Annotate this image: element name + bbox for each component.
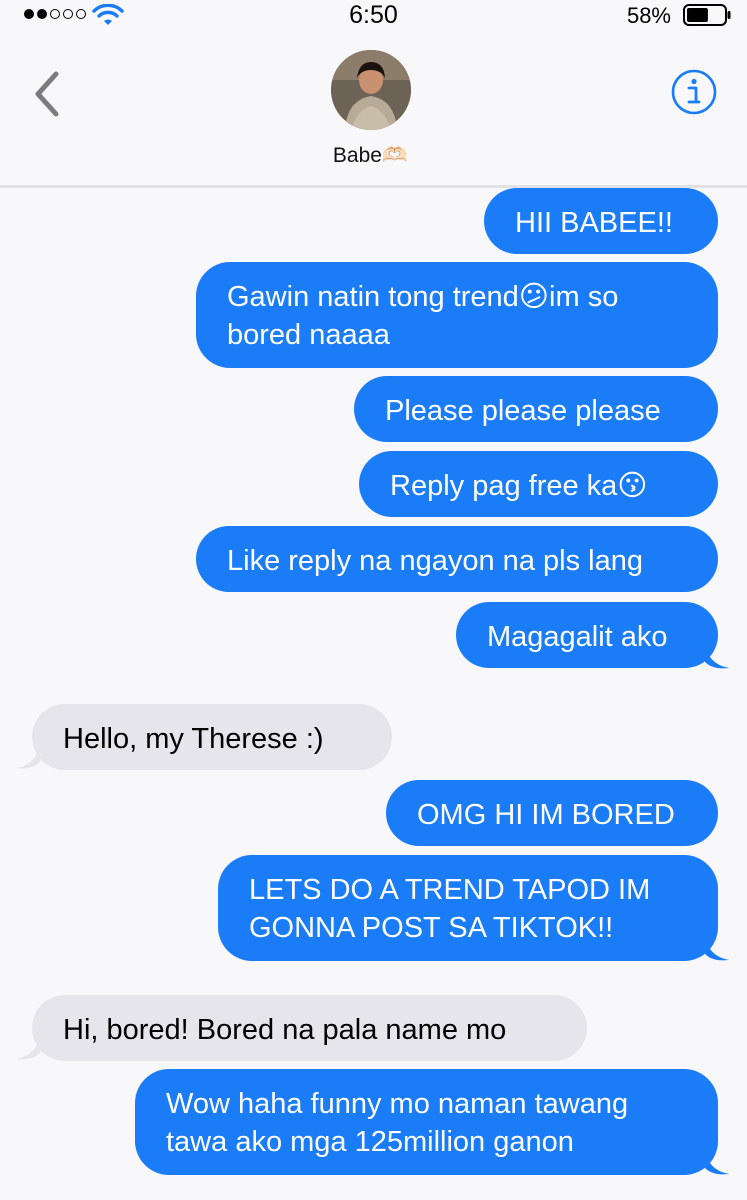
message-bubble-outgoing[interactable]: Gawin natin tong trend😕im so bored naaaa <box>196 262 718 368</box>
avatar[interactable] <box>331 50 411 130</box>
bubble-tail <box>705 1148 729 1175</box>
message-bubble-incoming[interactable]: Hi, bored! Bored na pala name mo <box>32 995 587 1061</box>
bubble-tail <box>16 742 40 769</box>
message-text: Hello, my Therese :) <box>63 723 324 755</box>
chevron-left-icon[interactable] <box>32 70 62 118</box>
bubble-tail <box>705 642 729 669</box>
message-text: Please please please <box>385 395 661 427</box>
message-bubble-incoming[interactable]: Hello, my Therese :) <box>32 704 392 770</box>
message-text: Reply pag free ka😗 <box>390 470 648 502</box>
message-text: LETS DO A TREND TAPOD IM GONNA POST SA T… <box>249 874 651 944</box>
message-bubble-outgoing[interactable]: OMG HI IM BORED <box>386 780 718 846</box>
message-text: Magagalit ako <box>487 621 668 653</box>
message-bubble-outgoing[interactable]: HII BABEE!! <box>484 188 718 254</box>
message-bubble-outgoing[interactable]: Like reply na ngayon na pls lang <box>196 526 718 592</box>
battery-icon <box>683 4 731 26</box>
message-bubble-outgoing[interactable]: Wow haha funny mo naman tawang tawa ako … <box>135 1069 718 1175</box>
bubble-tail <box>705 934 729 961</box>
message-text: Wow haha funny mo naman tawang tawa ako … <box>166 1088 629 1158</box>
message-text: Hi, bored! Bored na pala name mo <box>63 1014 507 1046</box>
message-bubble-outgoing[interactable]: Magagalit ako <box>456 602 718 668</box>
battery-percentage: 58% <box>626 3 671 28</box>
info-icon[interactable] <box>670 68 718 116</box>
message-text: HII BABEE!! <box>515 207 673 239</box>
message-bubble-outgoing[interactable]: LETS DO A TREND TAPOD IM GONNA POST SA T… <box>218 855 718 961</box>
bubble-tail <box>16 1033 40 1060</box>
message-text: Gawin natin tong trend😕im so bored naaaa <box>227 281 619 351</box>
message-bubble-outgoing[interactable]: Reply pag free ka😗 <box>359 451 718 517</box>
message-text: OMG HI IM BORED <box>417 799 675 831</box>
status-bar: 6:50 58% <box>0 0 747 30</box>
message-bubble-outgoing[interactable]: Please please please <box>354 376 718 442</box>
message-text: Like reply na ngayon na pls lang <box>227 545 643 577</box>
conversation-header: Babe🫶🏻 <box>0 30 747 188</box>
contact-name[interactable]: Babe🫶🏻 <box>0 144 741 168</box>
